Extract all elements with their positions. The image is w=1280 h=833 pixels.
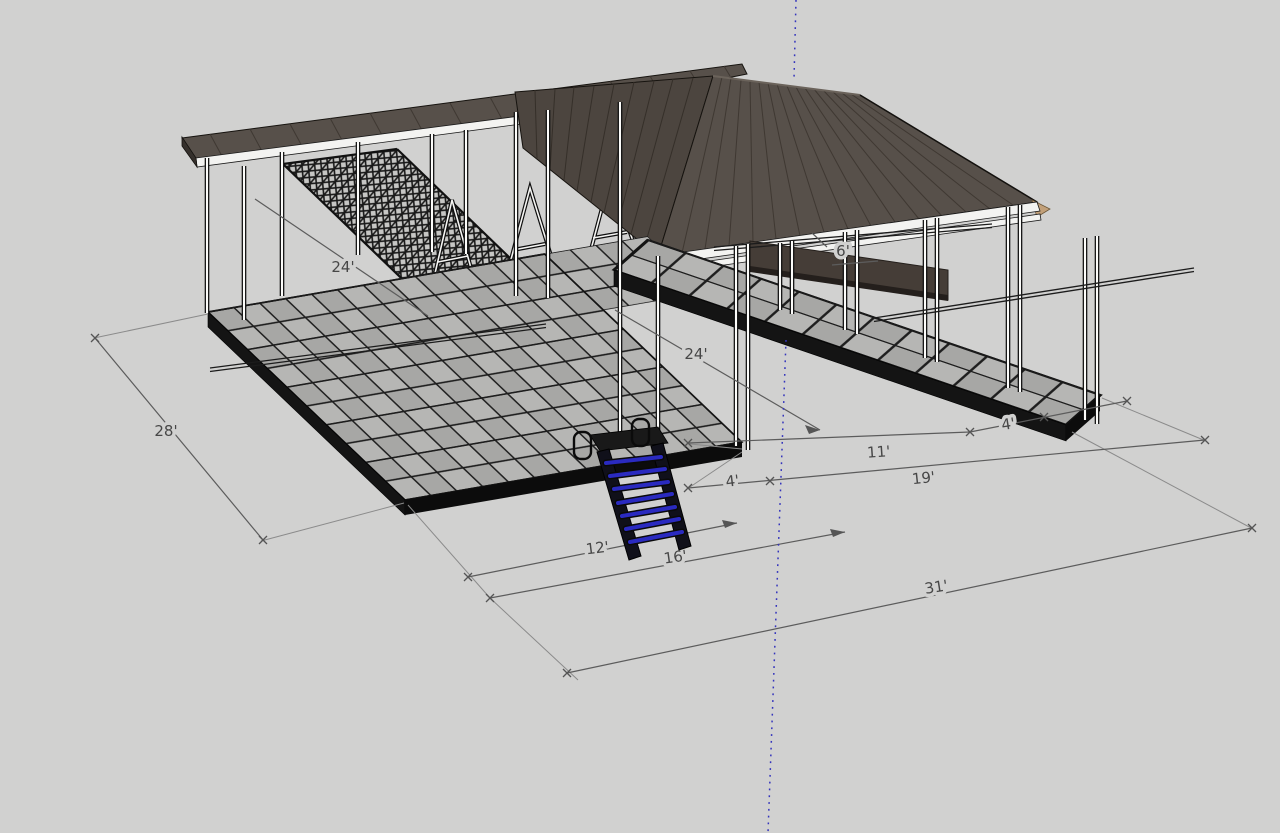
- dimension-28ft: 28': [91, 334, 267, 544]
- model-canvas[interactable]: 24' 28' 24' 6' 11' 4' 4' 19': [0, 0, 1280, 833]
- dim-label: 24': [331, 258, 354, 276]
- dim-label: 16': [663, 547, 688, 568]
- blue-axis-line-bottom: [768, 340, 786, 833]
- dim-label: 28': [154, 422, 177, 440]
- dim-label: 31': [923, 576, 949, 597]
- dimension-12ft: 12': [464, 520, 737, 581]
- dim-label: 11': [866, 442, 890, 462]
- dimension-16ft: 16': [486, 529, 845, 602]
- dimension-31ft: 31': [563, 524, 1256, 677]
- dim-label: 6': [836, 242, 850, 260]
- blue-axis-line-top: [794, 0, 796, 79]
- dim-label: 4': [725, 471, 741, 491]
- dim-label: 12': [585, 538, 610, 559]
- dim-label: 19': [911, 468, 936, 488]
- cad-viewport[interactable]: 24' 28' 24' 6' 11' 4' 4' 19': [0, 0, 1280, 833]
- dimension-4ft-19ft-chain: 4' 19': [684, 436, 1209, 492]
- dim-label: 24': [684, 345, 707, 363]
- dim-label: 4': [1000, 414, 1016, 434]
